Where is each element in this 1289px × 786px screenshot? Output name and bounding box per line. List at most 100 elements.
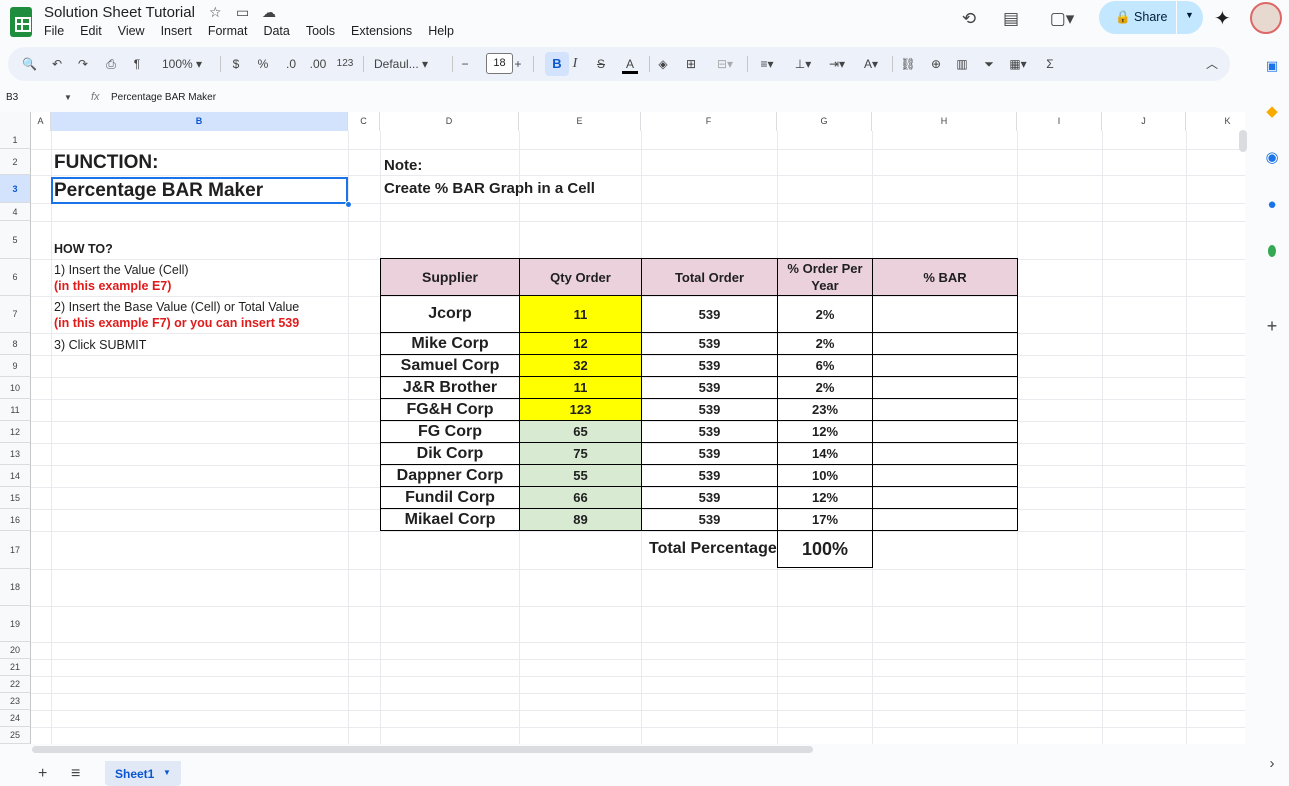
- document-title[interactable]: Solution Sheet Tutorial: [44, 4, 195, 21]
- add-sheet-icon[interactable]: +: [38, 765, 47, 783]
- row-header[interactable]: 1: [0, 131, 31, 149]
- total-cell[interactable]: 539: [641, 486, 778, 509]
- contacts-icon[interactable]: ●: [1263, 196, 1281, 214]
- column-header-k[interactable]: K: [1186, 112, 1245, 131]
- version-history-icon[interactable]: ⟲: [958, 8, 980, 30]
- menu-tools[interactable]: Tools: [298, 24, 343, 38]
- filter-icon[interactable]: ⏷: [981, 54, 997, 74]
- row-header[interactable]: 16: [0, 509, 31, 531]
- row-header[interactable]: 9: [0, 355, 31, 377]
- pct-cell[interactable]: 17%: [777, 508, 873, 531]
- comments-icon[interactable]: ▤: [1000, 8, 1022, 30]
- share-dropdown-icon[interactable]: ▼: [1185, 10, 1194, 20]
- row-header[interactable]: 18: [0, 569, 31, 606]
- name-box[interactable]: B3: [6, 92, 18, 103]
- total-cell[interactable]: 539: [641, 354, 778, 377]
- increase-decimal-button[interactable]: .00: [308, 54, 328, 74]
- column-header-c[interactable]: C: [348, 112, 380, 131]
- zoom-select[interactable]: 100% ▾: [156, 54, 208, 74]
- folder-move-icon[interactable]: ▭: [236, 4, 249, 21]
- formula-input[interactable]: Percentage BAR Maker: [111, 92, 216, 103]
- qty-cell[interactable]: 65: [519, 420, 642, 443]
- fill-handle[interactable]: [345, 201, 352, 208]
- insert-link-icon[interactable]: ⛓: [900, 54, 916, 74]
- row-header[interactable]: 17: [0, 531, 31, 569]
- row-header[interactable]: 19: [0, 606, 31, 642]
- header-qty-order[interactable]: Qty Order: [519, 258, 642, 296]
- decrease-decimal-button[interactable]: .0: [282, 54, 300, 74]
- row-header[interactable]: 4: [0, 203, 31, 221]
- pct-cell[interactable]: 14%: [777, 442, 873, 465]
- collapse-toolbar-icon[interactable]: ︿: [1204, 54, 1220, 74]
- increase-font-size-button[interactable]: +: [511, 54, 525, 74]
- merge-cells-icon[interactable]: ⊟▾: [712, 54, 738, 74]
- paint-format-icon[interactable]: ¶: [130, 54, 144, 74]
- share-button[interactable]: 🔒 Share ▼: [1099, 1, 1203, 34]
- supplier-cell[interactable]: FG&H Corp: [380, 398, 520, 421]
- bar-cell[interactable]: [872, 442, 1018, 465]
- pct-cell[interactable]: 6%: [777, 354, 873, 377]
- row-header[interactable]: 7: [0, 296, 31, 333]
- more-formats-button[interactable]: 123: [335, 54, 355, 74]
- menu-data[interactable]: Data: [255, 24, 297, 38]
- horizontal-scrollbar[interactable]: [32, 746, 813, 753]
- bar-cell[interactable]: [872, 354, 1018, 377]
- total-percentage-value[interactable]: 100%: [777, 530, 873, 568]
- pct-cell[interactable]: 12%: [777, 486, 873, 509]
- expand-panel-icon[interactable]: ›: [1263, 755, 1281, 773]
- row-header[interactable]: 3: [0, 175, 31, 203]
- total-cell[interactable]: 539: [641, 376, 778, 399]
- bar-cell[interactable]: [872, 332, 1018, 355]
- italic-button[interactable]: I: [569, 54, 581, 74]
- strikethrough-button[interactable]: S: [594, 54, 608, 74]
- total-cell[interactable]: 539: [641, 442, 778, 465]
- keep-icon[interactable]: ◆: [1263, 103, 1281, 121]
- decrease-font-size-button[interactable]: −: [459, 54, 471, 74]
- row-header[interactable]: 15: [0, 487, 31, 509]
- column-header-b[interactable]: B: [51, 112, 348, 131]
- insert-comment-icon[interactable]: ⊕: [928, 54, 944, 74]
- supplier-cell[interactable]: FG Corp: [380, 420, 520, 443]
- row-header[interactable]: 5: [0, 221, 31, 259]
- total-cell[interactable]: 539: [641, 398, 778, 421]
- row-header[interactable]: 24: [0, 710, 31, 727]
- menu-edit[interactable]: Edit: [72, 24, 110, 38]
- header-total-order[interactable]: Total Order: [641, 258, 778, 296]
- menu-view[interactable]: View: [110, 24, 153, 38]
- total-cell[interactable]: 539: [641, 332, 778, 355]
- sheet-tab-sheet1[interactable]: Sheet1 ▼: [105, 761, 181, 786]
- tasks-icon[interactable]: ◉: [1263, 149, 1281, 167]
- vertical-align-icon[interactable]: ⊥▾: [790, 54, 816, 74]
- qty-cell[interactable]: 75: [519, 442, 642, 465]
- bar-cell[interactable]: [872, 376, 1018, 399]
- row-header[interactable]: 10: [0, 377, 31, 399]
- bold-button[interactable]: B: [545, 52, 569, 76]
- row-header[interactable]: 21: [0, 659, 31, 676]
- column-header-g[interactable]: G: [777, 112, 872, 131]
- row-header[interactable]: 13: [0, 443, 31, 465]
- pct-cell[interactable]: 2%: [777, 376, 873, 399]
- column-header-e[interactable]: E: [519, 112, 641, 131]
- pct-cell[interactable]: 12%: [777, 420, 873, 443]
- menu-file[interactable]: File: [36, 24, 72, 38]
- supplier-cell[interactable]: Dappner Corp: [380, 464, 520, 487]
- total-cell[interactable]: 539: [641, 295, 778, 333]
- meet-icon[interactable]: ▢▾: [1045, 8, 1079, 30]
- total-cell[interactable]: 539: [641, 420, 778, 443]
- pct-cell[interactable]: 10%: [777, 464, 873, 487]
- qty-cell[interactable]: 66: [519, 486, 642, 509]
- functions-icon[interactable]: Σ: [1042, 54, 1058, 74]
- avatar[interactable]: [1250, 2, 1282, 34]
- qty-cell[interactable]: 55: [519, 464, 642, 487]
- pct-cell[interactable]: 2%: [777, 295, 873, 333]
- qty-cell[interactable]: 11: [519, 295, 642, 333]
- calendar-icon[interactable]: ▣: [1263, 57, 1281, 75]
- supplier-cell[interactable]: Fundil Corp: [380, 486, 520, 509]
- menu-extensions[interactable]: Extensions: [343, 24, 420, 38]
- bar-cell[interactable]: [872, 508, 1018, 531]
- column-header-h[interactable]: H: [872, 112, 1017, 131]
- vertical-scrollbar[interactable]: [1239, 130, 1247, 152]
- menu-insert[interactable]: Insert: [153, 24, 200, 38]
- supplier-cell[interactable]: Mike Corp: [380, 332, 520, 355]
- percent-format-button[interactable]: %: [256, 54, 270, 74]
